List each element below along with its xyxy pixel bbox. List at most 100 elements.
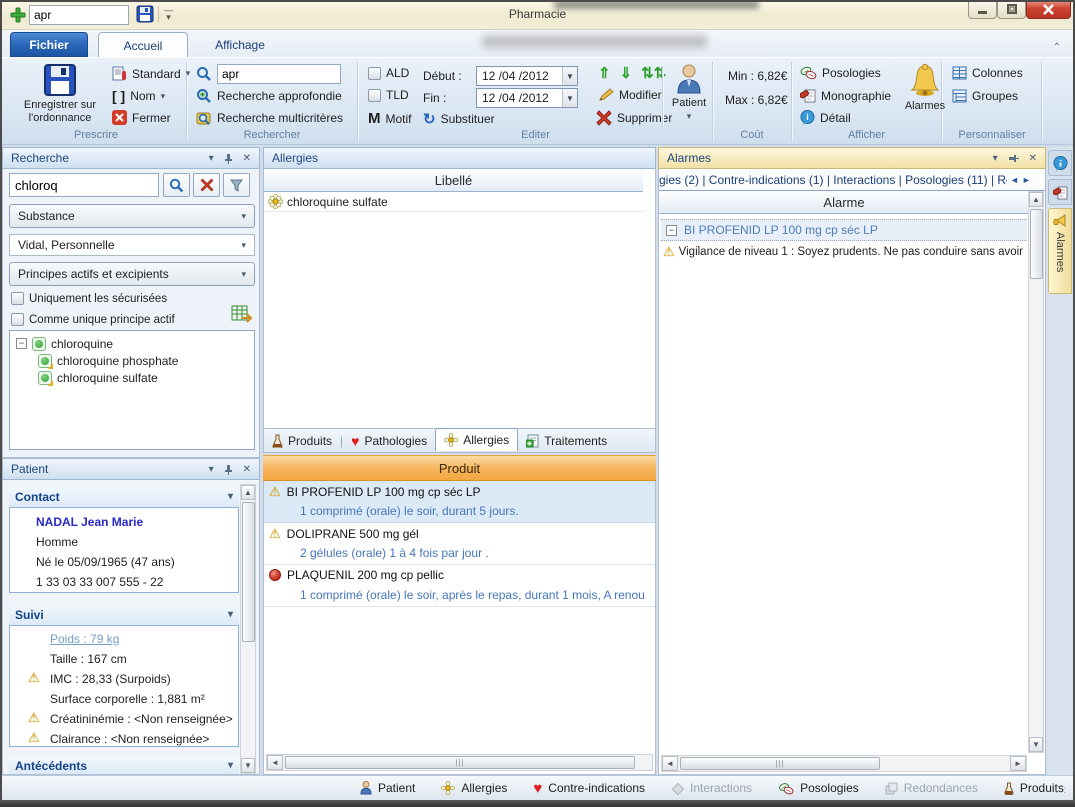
search-clear-button[interactable] (193, 173, 220, 197)
fermer-button[interactable]: Fermer (112, 110, 171, 125)
alarme-column-header[interactable]: Alarme (659, 191, 1029, 214)
alarm-row[interactable]: ⚠ Vigilance de niveau 1 : Soyez prudents… (661, 242, 1027, 261)
check-unique-principe[interactable]: Comme unique principe actif (11, 313, 175, 326)
move-down-icon[interactable]: ⇓ (620, 64, 633, 82)
groupes-button[interactable]: Groupes (952, 89, 1018, 103)
standard-button[interactable]: Standard▾ (112, 66, 190, 81)
tab-fichier[interactable]: Fichier (10, 32, 88, 57)
collapse-icon[interactable]: − (666, 225, 677, 236)
allergy-row[interactable]: chloroquine sulfate (264, 192, 643, 212)
tab-affichage[interactable]: Affichage (198, 32, 282, 57)
product-row[interactable]: ⚠DOLIPRANE 500 mg gél 2 gélules (orale) … (264, 523, 655, 565)
status-posologies[interactable]: Posologies (778, 781, 859, 795)
status-contre-indications[interactable]: ♥ Contre-indications (533, 780, 645, 797)
collapse-icon[interactable]: − (16, 338, 27, 349)
produit-column-header[interactable]: Produit (263, 455, 656, 481)
product-row-selected[interactable]: ⚠BI PROFENID LP 100 mg cp séc LP 1 compr… (264, 481, 655, 523)
tree-child-row[interactable]: chloroquine sulfate (10, 369, 254, 386)
suivi-section-header[interactable]: Suivi▾ (9, 604, 239, 625)
alarmes-hscrollbar[interactable]: ◄ ||| ► (661, 755, 1027, 772)
close-icon[interactable]: ✕ (1029, 153, 1037, 164)
alarmes-vscrollbar[interactable]: ▲ ▼ (1028, 191, 1044, 753)
tab-scroll-left-icon[interactable]: ◄ (1010, 175, 1019, 185)
posologies-button[interactable]: Posologies (800, 66, 881, 80)
ald-checkbox[interactable]: ALD (368, 66, 409, 80)
clairance-value: Clairance : <Non renseignée> (50, 732, 209, 746)
group-caption-personnaliser: Personnaliser (942, 129, 1042, 141)
antecedents-section-header[interactable]: Antécédents▾ (9, 757, 239, 774)
filter-button[interactable] (223, 173, 250, 197)
ribbon-search-input[interactable] (217, 64, 341, 84)
search-multi-icon (196, 110, 212, 126)
tree-child-row[interactable]: chloroquine phosphate (10, 352, 254, 369)
cout-min: Min : 6,82€ (728, 69, 787, 83)
bell-icon (908, 63, 942, 99)
tab-traitements[interactable]: Traitements (518, 434, 615, 448)
close-icon[interactable]: ✕ (243, 464, 251, 475)
monographie-dock-tab[interactable] (1048, 179, 1072, 205)
detail-dock-tab[interactable] (1048, 150, 1072, 176)
nom-button[interactable]: [ ] Nom▾ (112, 88, 165, 104)
pin-icon[interactable] (224, 464, 233, 475)
check-securisees[interactable]: Uniquement les sécurisées (11, 292, 167, 305)
fin-datefield[interactable]: 12 /04 /2012▼ (476, 88, 578, 108)
contact-box: NADAL Jean Marie Homme Né le 05/09/1965 … (9, 507, 239, 593)
tld-checkbox[interactable]: TLD (368, 88, 409, 102)
tab-accueil[interactable]: Accueil (98, 32, 188, 58)
produit-hscrollbar[interactable]: ◄ ||| (266, 754, 653, 771)
tab-allergies[interactable]: Allergies (435, 428, 518, 451)
panel-menu-icon[interactable]: ▾ (209, 153, 214, 164)
alarmes-button[interactable]: Alarmes (902, 63, 948, 113)
supprimer-button[interactable]: Supprimer (596, 110, 672, 126)
panel-menu-icon[interactable]: ▾ (993, 153, 998, 164)
close-button[interactable] (1026, 0, 1071, 19)
combo-type[interactable]: Substance▾ (9, 204, 255, 228)
alarm-group-row[interactable]: − BI PROFENID LP 100 mg cp séc LP (661, 219, 1027, 241)
save-on-prescription-button[interactable]: Enregistrer sur l'ordonnance (14, 63, 106, 125)
tree-root-row[interactable]: − chloroquine (10, 335, 254, 352)
detail-button[interactable]: i Détail (800, 110, 851, 125)
status-allergies[interactable]: Allergies (441, 781, 507, 795)
recherche-multicriteres-button[interactable]: Recherche multicritères (196, 110, 343, 126)
contact-section-header[interactable]: Contact▾ (9, 486, 239, 507)
libelle-column-header[interactable]: Libellé (264, 169, 643, 192)
tab-pathologies[interactable]: ♥ Pathologies (343, 433, 435, 449)
restore-button[interactable] (997, 0, 1026, 19)
status-patient[interactable]: Patient (360, 781, 415, 795)
alarmes-dock-tab[interactable]: Alarmes (1048, 208, 1072, 294)
motif-button[interactable]: MMotif (368, 110, 412, 127)
patient-scrollbar[interactable]: ▲ ▼ (240, 484, 256, 774)
pin-horizontal-icon[interactable] (1008, 154, 1019, 163)
recherche-approfondie-button[interactable]: Recherche approfondie (196, 88, 342, 104)
combo-scope[interactable]: Principes actifs et excipients▾ (9, 262, 255, 286)
combo-source[interactable]: Vidal, Personnelle▾ (9, 234, 255, 256)
resize-grip[interactable]: .:: (1056, 785, 1067, 796)
product-row[interactable]: PLAQUENIL 200 mg cp pellic 1 comprimé (o… (264, 565, 655, 607)
collapse-ribbon-icon[interactable]: ⌃ (1053, 42, 1061, 53)
colonnes-button[interactable]: Colonnes (952, 66, 1023, 80)
minimize-button[interactable] (968, 0, 997, 19)
debut-datefield[interactable]: 12 /04 /2012▼ (476, 66, 578, 86)
group-separator (662, 66, 663, 126)
alarmes-tabstrip[interactable]: gies (2) | Contre-indications (1) | Inte… (659, 169, 1045, 191)
substituer-button[interactable]: ↻ Substituer (423, 110, 495, 128)
document-icon (112, 66, 127, 81)
patient-name: NADAL Jean Marie (36, 515, 143, 529)
poids-link[interactable]: Poids : 79 kg (50, 632, 119, 646)
monographie-button[interactable]: Monographie (800, 88, 891, 103)
pin-icon[interactable] (224, 153, 233, 164)
substance-search-input[interactable] (9, 173, 159, 197)
modifier-button[interactable]: Modifier (598, 88, 662, 102)
panel-menu-icon[interactable]: ▾ (209, 464, 214, 475)
tab-produits[interactable]: Produits (264, 434, 340, 448)
substance-tree: − chloroquine chloroquine phosphate chlo… (9, 330, 255, 450)
search-go-button[interactable] (163, 173, 190, 197)
tab-scroll-right-icon[interactable]: ► (1022, 175, 1031, 185)
export-grid-button[interactable] (231, 305, 252, 324)
pills-icon (778, 782, 794, 795)
patient-button[interactable]: Patient▾ (668, 63, 710, 123)
close-icon[interactable]: ✕ (243, 153, 251, 164)
daisy-icon (268, 194, 283, 209)
window-border-bottom (0, 800, 1075, 807)
move-up-icon[interactable]: ⇑ (598, 64, 611, 82)
